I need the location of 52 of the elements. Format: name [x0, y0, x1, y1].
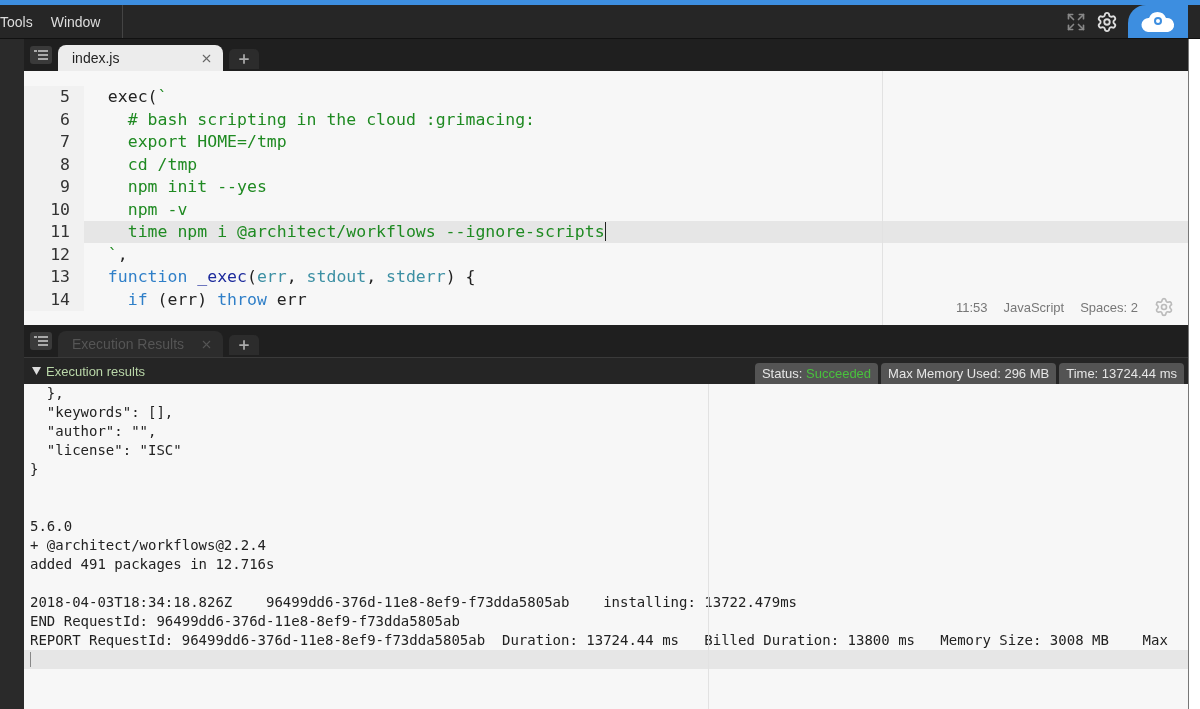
line-number: 6	[24, 108, 84, 131]
menu-item[interactable]: Tools	[0, 13, 33, 30]
panel-menu-button[interactable]	[30, 46, 52, 64]
line-number: 10	[24, 198, 84, 221]
output-line: REPORT RequestId: 96499dd6-376d-11e8-8ef9-f73dda5805ab Duration: 13724.44 ms Billed Duration: 13800 ms Memory Size: 3008 MB Max	[30, 631, 1169, 650]
output-line: }	[30, 460, 40, 479]
output-line: END RequestId: 96499dd6-376d-11e8-8ef9-f73dda5805ab	[30, 612, 461, 631]
cursor-position[interactable]: 11:53	[955, 299, 988, 315]
code-line: npm -v	[126, 198, 188, 221]
metric-badge: Max Memory Used: 296 MB	[881, 363, 1057, 384]
output-line: 5.6.0	[30, 517, 74, 536]
settings-icon[interactable]	[1096, 10, 1118, 33]
list-icon	[34, 336, 48, 346]
output-line: added 491 packages in 12.716s	[30, 555, 276, 574]
line-number: 11	[24, 220, 84, 243]
code-line: `,	[106, 243, 128, 266]
output-line: "keywords": [],	[45, 403, 175, 422]
plus-icon	[237, 52, 251, 66]
menu-item[interactable]: Window	[50, 13, 101, 30]
file-tab[interactable]: index.js	[58, 45, 223, 71]
code-line: function _exec(err, stdout, stderr) {	[106, 266, 476, 288]
code-line: # bash scripting in the cloud :grimacing:	[126, 108, 536, 131]
code-line: npm init --yes	[126, 176, 267, 198]
status-badge: Status: Succeeded	[754, 363, 879, 384]
line-number: 14	[24, 288, 84, 311]
results-section-toggle[interactable]: Execution results	[32, 363, 145, 379]
line-number: 5	[24, 85, 84, 108]
logo[interactable]	[1128, 5, 1188, 38]
fullscreen-icon[interactable]	[1066, 11, 1086, 32]
line-number: 8	[24, 153, 84, 176]
code-line: if (err) throw err	[126, 288, 307, 311]
indent-setting[interactable]: Spaces: 2	[1080, 299, 1138, 315]
line-number: 7	[24, 130, 84, 153]
code-line: export HOME=/tmp	[126, 131, 287, 153]
output-line: "author": "",	[45, 422, 158, 441]
output-line: 2018-04-03T18:34:18.826Z 96499dd6-376d-11e8-8ef9-f73dda5805ab installing: 13722.479ms	[30, 593, 798, 612]
output-line: "license": "ISC"	[45, 441, 183, 460]
language-mode[interactable]: JavaScript	[1003, 299, 1065, 315]
code-line: cd /tmp	[126, 153, 198, 176]
output-line: + @architect/workflows@2.2.4	[30, 536, 267, 555]
metric-badge: Time: 13724.44 ms	[1059, 363, 1184, 384]
list-icon	[34, 50, 48, 60]
code-line: exec(`	[106, 86, 168, 108]
panel-menu-button[interactable]	[30, 332, 52, 350]
line-number: 13	[24, 265, 84, 288]
plus-icon	[237, 338, 251, 352]
line-number: 12	[24, 243, 84, 266]
new-tab-button[interactable]	[229, 49, 259, 69]
triangle-icon	[32, 367, 41, 375]
line-number: 9	[24, 175, 84, 198]
new-tab-button[interactable]	[229, 335, 259, 355]
output-line: },	[45, 384, 65, 403]
